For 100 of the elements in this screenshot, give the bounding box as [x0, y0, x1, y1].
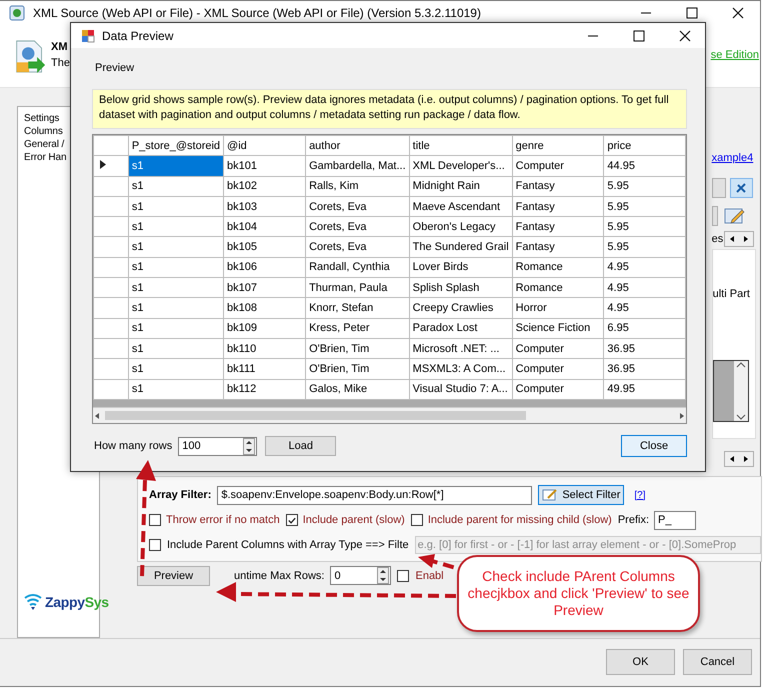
checkbox-label[interactable]: Enabl [415, 570, 444, 582]
help-link[interactable]: [?] [634, 490, 646, 501]
prefix-field[interactable]: P_ [654, 510, 696, 530]
column-header[interactable]: title [409, 136, 512, 156]
field-label: untime Max Rows: [234, 570, 324, 582]
table-cell: Randall, Cynthia [306, 257, 410, 278]
table-cell: bk104 [224, 216, 306, 237]
list-box [712, 360, 749, 422]
checkbox-label[interactable]: Throw error if no match [166, 514, 280, 526]
table-cell: Science Fiction [512, 318, 604, 338]
horizontal-scrollbar[interactable] [93, 407, 686, 423]
load-button[interactable]: Load [265, 436, 336, 456]
column-header[interactable]: price [604, 136, 686, 156]
table-cell: Computer [512, 358, 604, 380]
close-button[interactable]: Close [621, 435, 687, 457]
close-icon[interactable] [679, 30, 691, 42]
preview-button[interactable]: Preview [137, 566, 210, 586]
table-cell: Thurman, Paula [306, 278, 410, 298]
table-cell: 4.95 [604, 298, 686, 318]
table-cell: Ralls, Kim [306, 176, 410, 196]
checkbox[interactable] [397, 570, 410, 582]
sidebar-item[interactable]: Columns [24, 124, 63, 138]
table-cell: bk101 [224, 156, 306, 176]
table-cell: 5.95 [604, 176, 686, 196]
table-cell: Romance [512, 278, 604, 298]
checkbox[interactable] [149, 514, 161, 526]
table-cell: O'Brien, Tim [306, 338, 410, 359]
checkbox-label[interactable]: Include parent for missing child (slow) [428, 514, 612, 526]
table-cell: bk111 [224, 358, 306, 380]
table-cell: Fantasy [512, 176, 604, 196]
row-header[interactable] [94, 156, 128, 176]
xml-file-icon [14, 38, 46, 75]
wave-icon [24, 592, 42, 611]
sidebar-item[interactable]: Error Han [24, 150, 66, 164]
edit-icon [542, 488, 558, 502]
select-filter-button[interactable]: Select Filter [538, 485, 624, 506]
table-cell: Computer [512, 338, 604, 359]
table-cell: 4.95 [604, 257, 686, 278]
table-cell: 36.95 [604, 338, 686, 359]
column-header[interactable]: genre [512, 136, 604, 156]
header-title: XM [51, 40, 68, 53]
table-cell: s1 [128, 278, 224, 298]
dialog-button[interactable]: OK [606, 649, 675, 676]
table-cell: bk105 [224, 236, 306, 258]
table-cell: Oberon's Legacy [409, 216, 512, 237]
table-cell: 5.95 [604, 196, 686, 217]
example-link[interactable]: xample4 [712, 152, 754, 164]
table-cell: s1 [128, 196, 224, 217]
edit-icon[interactable] [724, 206, 746, 226]
array-filter-field[interactable]: $.soapenv:Envelope.soapenv:Body.un:Row[*] [217, 486, 532, 505]
table-cell: Corets, Eva [306, 236, 410, 258]
table-cell: bk102 [224, 176, 306, 196]
table-cell: O'Brien, Tim [306, 358, 410, 380]
table-cell: bk108 [224, 298, 306, 318]
table-cell: 6.95 [604, 318, 686, 338]
table-cell: s1 [128, 298, 224, 318]
table-cell: 5.95 [604, 236, 686, 258]
table-cell: Gambardella, Mat... [306, 156, 410, 176]
checkbox-label[interactable]: Include parent (slow) [302, 514, 405, 526]
tab-label[interactable]: es [712, 232, 724, 245]
table-cell: s1 [128, 236, 224, 258]
maximize-icon[interactable] [633, 30, 645, 42]
field-label: Prefix: [618, 514, 650, 526]
table-cell: s1 [128, 338, 224, 359]
table-cell: Splish Splash [409, 278, 512, 298]
table-cell: s1 [128, 176, 224, 196]
dialog-button[interactable]: Cancel [683, 649, 752, 676]
table-cell: MSXML3: A Com... [409, 358, 512, 380]
checkbox[interactable] [149, 539, 161, 552]
table-cell: Knorr, Stefan [306, 298, 410, 318]
table-cell: Galos, Mike [306, 379, 410, 400]
table-cell: Corets, Eva [306, 196, 410, 217]
callout-tooltip: Check include PArent Columns checjkbox and click 'Preview' to see Preview [457, 555, 700, 632]
checkbox[interactable] [410, 514, 423, 526]
table-cell: Fantasy [512, 236, 604, 258]
table-cell: s1 [128, 216, 224, 237]
clear-button[interactable] [730, 178, 753, 198]
column-header[interactable]: @id [224, 136, 306, 156]
table-cell: Lover Birds [409, 257, 512, 278]
table-cell: s1 [128, 358, 224, 380]
column-header[interactable]: author [306, 136, 410, 156]
table-cell: Maeve Ascendant [409, 196, 512, 217]
checkbox-label[interactable]: Include Parent Columns with Array Type ==> Filte [167, 539, 409, 552]
checkbox[interactable] [286, 514, 298, 526]
table-cell: Kress, Peter [306, 318, 410, 338]
table-cell: 4.95 [604, 278, 686, 298]
notice-text: Below grid shows sample row(s). Preview data ignores metadata (i.e. output columns) / pagination options. To get full dataset with pagination and output columns / metadata setting run package / data flow. [92, 89, 687, 129]
table-cell: s1 [128, 156, 224, 176]
close-icon[interactable] [732, 7, 744, 19]
sidebar-item[interactable]: Settings [24, 112, 60, 125]
grid-icon [81, 28, 95, 42]
table-cell: XML Developer's... [409, 156, 512, 176]
table-cell: Computer [512, 156, 604, 176]
sidebar-item[interactable]: General / [24, 138, 64, 151]
panel-text: ulti Part [712, 288, 750, 300]
app-icon [9, 5, 25, 21]
table-cell: bk109 [224, 318, 306, 338]
column-header[interactable]: P_store_@storeid [128, 136, 224, 156]
maximize-icon[interactable] [686, 7, 698, 19]
table-cell: Corets, Eva [306, 216, 410, 237]
